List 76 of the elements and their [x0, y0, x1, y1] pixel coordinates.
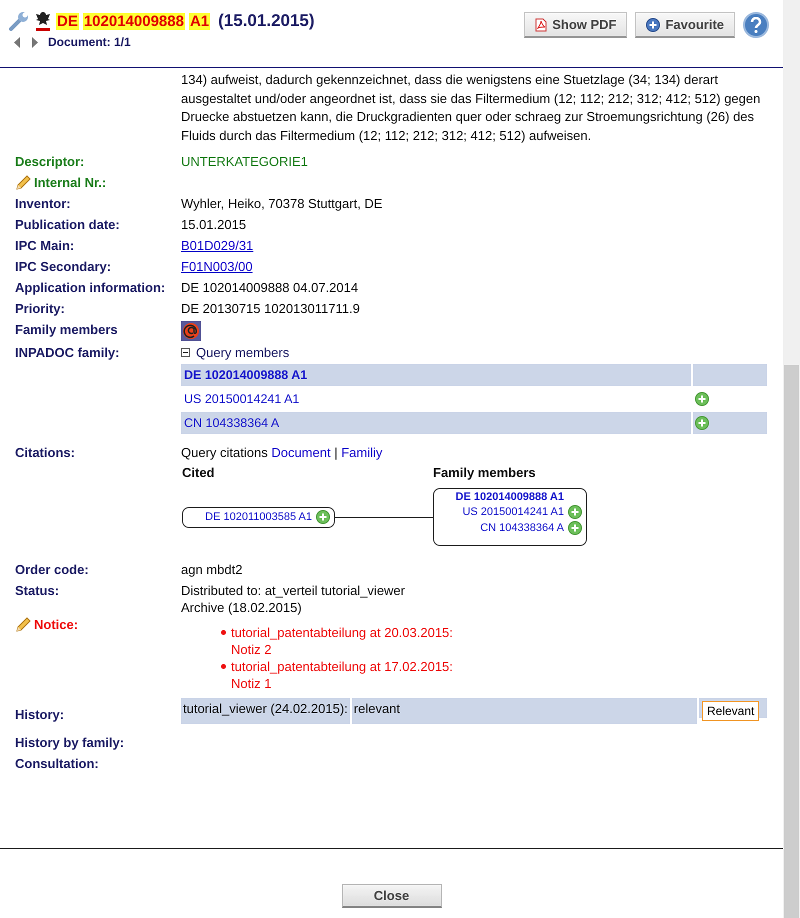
pdf-icon [535, 18, 548, 32]
family-member-cell[interactable]: US 20150014241 A1 [181, 388, 691, 410]
abstract-text: 134) aufweist, dadurch gekennzeichnet, dass die wenigstens eine Stuetzlage (34; 134) derart ausgestaltet und/oder angeordnet ist, dass sie das Filtermedium (12; 112; 212; 312; 412; 512) gegen Druecke abstuetzen kann, die Druckgradienten quer oder schraeg zur Stroemungsrichtung (26) des Fluids durch das Filtermedium (12; 112; 212; 312; 412; 512) aufweisen. [181, 71, 762, 145]
show-pdf-button[interactable]: Show PDF [524, 12, 628, 38]
field-value: DE 20130715 102013011711.9 [181, 300, 361, 317]
plus-circle-icon [646, 18, 660, 32]
field-label: Application information: [15, 279, 166, 296]
plus-icon[interactable] [568, 521, 582, 535]
plus-icon[interactable] [316, 510, 330, 524]
status-line: Distributed to: at_verteil tutorial_viewer [181, 583, 405, 598]
field-value: agn mbdt2 [181, 561, 244, 578]
field-value: DE 102014009888 04.07.2014 [181, 279, 360, 296]
pencil-icon[interactable] [15, 616, 31, 632]
field-label: Citations: [15, 444, 75, 461]
field-label: Publication date: [15, 216, 120, 233]
bullet-icon [221, 664, 226, 669]
field-label: Notice: [34, 616, 78, 633]
notice-text: Notiz 1 [231, 675, 272, 692]
close-button[interactable]: Close [342, 884, 442, 908]
collapse-icon[interactable] [181, 348, 190, 357]
history-user-cell: tutorial_viewer (24.02.2015): [181, 698, 350, 724]
status-line: Archive (18.02.2015) [181, 600, 302, 615]
field-label: Order code: [15, 561, 89, 578]
query-members-toggle[interactable]: Query members [196, 344, 290, 361]
query-citations-label: Query citations [181, 445, 269, 460]
plus-icon[interactable] [695, 416, 709, 430]
document-number-part: A1 [188, 12, 210, 30]
notice-text: Notiz 2 [231, 641, 272, 658]
relevant-button[interactable]: Relevant [702, 701, 760, 721]
link-separator: | [334, 445, 338, 460]
field-label: Consultation: [15, 755, 99, 772]
field-label: IPC Main: [15, 237, 74, 254]
family-document[interactable]: DE 102014009888 A1 [456, 491, 564, 503]
field-label: INPADOC family: [15, 344, 120, 361]
field-value: Wyhler, Heiko, 70378 Stuttgart, DE [181, 195, 384, 212]
ipc-link[interactable]: B01D029/31 [181, 238, 254, 253]
document-counter: Document: 1/1 [48, 35, 131, 49]
plus-icon[interactable] [695, 392, 709, 406]
field-label: Family members [15, 321, 118, 338]
family-link[interactable]: Familiy [341, 445, 382, 460]
family-document[interactable]: US 20150014241 A1 [462, 506, 564, 518]
notice-heading: tutorial_patentabteilung at 20.03.2015: [231, 624, 453, 641]
previous-icon[interactable] [14, 36, 21, 48]
eagle-logo-icon [34, 10, 52, 32]
field-value: UNTERKATEGORIE1 [181, 153, 309, 170]
at-sign-icon[interactable] [181, 321, 201, 341]
ipc-link[interactable]: F01N003/00 [181, 259, 253, 274]
pencil-icon[interactable] [15, 174, 31, 190]
field-label: Status: [15, 582, 60, 599]
field-label: History: [15, 706, 64, 723]
family-document[interactable]: CN 104338364 A [480, 522, 564, 534]
cited-document[interactable]: DE 102011003585 A1 [205, 511, 312, 523]
field-label: Internal Nr.: [34, 174, 106, 191]
field-label: Descriptor: [15, 153, 84, 170]
help-icon[interactable] [743, 12, 769, 38]
publication-date: (15.01.2015) [218, 11, 315, 31]
favourite-button[interactable]: Favourite [635, 12, 735, 38]
document-link[interactable]: Document [271, 445, 331, 460]
field-label: Priority: [15, 300, 65, 317]
next-icon[interactable] [31, 36, 38, 48]
document-number-part: DE [56, 12, 79, 30]
scrollbar[interactable] [783, 0, 800, 918]
family-member-cell[interactable]: DE 102014009888 A1 [181, 364, 691, 386]
family-heading: Family members [433, 465, 536, 480]
family-member-cell[interactable]: CN 104338364 A [181, 412, 691, 434]
field-value: 15.01.2015 [181, 216, 248, 233]
wrench-icon[interactable] [8, 10, 30, 32]
field-label: IPC Secondary: [15, 258, 112, 275]
field-label: Inventor: [15, 195, 71, 212]
cited-heading: Cited [182, 465, 214, 480]
plus-icon[interactable] [568, 505, 582, 519]
bullet-icon [221, 630, 226, 635]
field-label: History by family: [15, 734, 124, 751]
document-number-part: 102014009888 [82, 12, 185, 30]
history-rating-cell: relevant [352, 698, 697, 724]
notice-heading: tutorial_patentabteilung at 17.02.2015: [231, 658, 453, 675]
